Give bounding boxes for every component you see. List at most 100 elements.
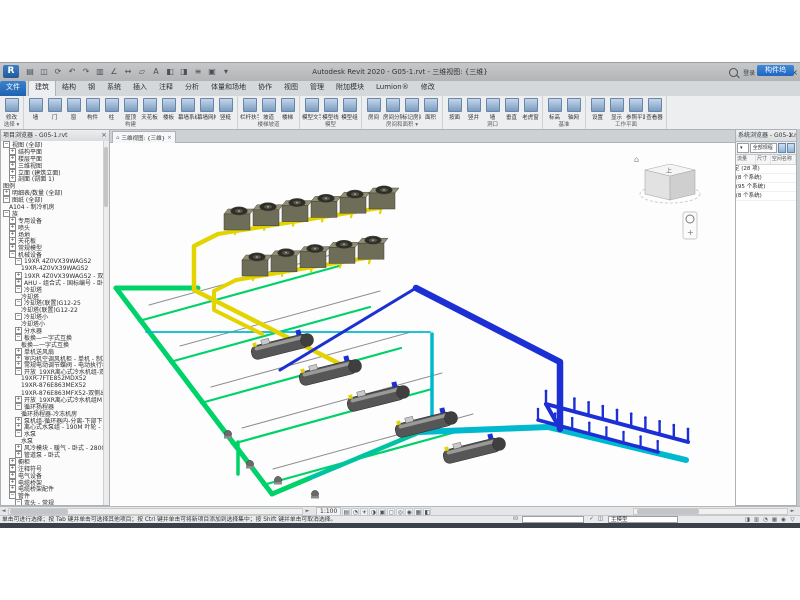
cooling-tower-bank-1[interactable]: [224, 186, 399, 230]
tree-item[interactable]: +场地: [1, 231, 104, 238]
ribbon-button-栏杆扶手[interactable]: 栏杆扶手: [240, 97, 259, 121]
design-options-icon[interactable]: ◫: [597, 516, 604, 523]
design-option-select[interactable]: 主模型: [608, 516, 678, 523]
worksets-icon[interactable]: ⛁: [512, 516, 519, 523]
ribbon-button-参照平面[interactable]: 参照平面: [626, 97, 645, 121]
ribbon-tab-附加模块[interactable]: 附加模块: [330, 81, 370, 96]
ribbon-group-label[interactable]: 房间和面积 ▾: [364, 121, 440, 129]
ribbon-button-楼板[interactable]: 楼板: [159, 97, 178, 121]
column-header-尺寸[interactable]: 尺寸: [756, 155, 771, 164]
system-browser-row[interactable]: 卫浴 (8 个系统): [736, 174, 796, 183]
ribbon-group-label[interactable]: 模型: [302, 121, 359, 129]
ribbon-tab-注释[interactable]: 注释: [153, 81, 179, 96]
3d-view-scene[interactable]: 上⌂+: [110, 142, 735, 507]
tree-item[interactable]: +常规模型: [1, 244, 104, 251]
view-tab-close-icon[interactable]: ×: [167, 135, 172, 141]
ribbon-button-墙[interactable]: 墙: [26, 97, 45, 121]
default-3d-view-icon[interactable]: ◧: [164, 66, 176, 78]
ribbon-button-标记房间[interactable]: 标记房间: [402, 97, 421, 121]
tree-item[interactable]: +电气设备: [1, 472, 104, 479]
ribbon-button-天花板[interactable]: 天花板: [140, 97, 159, 121]
ribbon-button-修改[interactable]: 修改: [2, 97, 21, 121]
tree-item[interactable]: −机械设备: [1, 251, 104, 258]
ribbon-button-设置[interactable]: 设置: [588, 97, 607, 121]
ribbon-tab-协作[interactable]: 协作: [252, 81, 278, 96]
tree-item[interactable]: +注释符号: [1, 465, 104, 472]
ribbon-button-柱[interactable]: 柱: [102, 97, 121, 121]
tree-item[interactable]: 冷却塔小: [1, 320, 104, 327]
tag-icon[interactable]: ▱: [136, 66, 148, 78]
ribbon-button-幕墙网格[interactable]: 幕墙网格: [197, 97, 216, 121]
chilled-water-pipes-cyan[interactable]: [146, 332, 686, 478]
system-browser-header[interactable]: 系统浏览器 - G05-1.rvt ×: [736, 130, 796, 142]
revit-logo-icon[interactable]: R: [3, 65, 19, 78]
editing-requests-icon[interactable]: ✓: [588, 516, 595, 523]
ribbon-tab-修改[interactable]: 修改: [415, 81, 441, 96]
ribbon-group-label[interactable]: 构建: [26, 121, 235, 129]
viewcube-home-icon[interactable]: ⌂: [634, 155, 639, 164]
project-browser-scrollbar[interactable]: [103, 141, 109, 505]
tree-item[interactable]: +天花板: [1, 237, 104, 244]
ribbon-button-房间[interactable]: 房间: [364, 97, 383, 121]
ribbon-tab-体量和场地[interactable]: 体量和场地: [205, 81, 252, 96]
discipline-filter-select[interactable]: 全部规程: [750, 143, 778, 153]
system-browser-close-icon[interactable]: ×: [788, 130, 794, 141]
ribbon-button-模型组[interactable]: 模型组: [340, 97, 359, 121]
aligned-dimension-icon[interactable]: ↔: [122, 66, 134, 78]
project-browser-close-icon[interactable]: ×: [101, 130, 107, 141]
tree-item[interactable]: −视图 (全部): [1, 141, 104, 148]
ribbon-tab-管理[interactable]: 管理: [304, 81, 330, 96]
ribbon-tab-文件[interactable]: 文件: [0, 81, 26, 96]
column-header-流量[interactable]: 流量: [736, 155, 756, 164]
ribbon-button-面积[interactable]: 面积: [421, 97, 440, 121]
cooling-tower-bank-2[interactable]: [242, 236, 388, 276]
section-icon[interactable]: ◨: [178, 66, 190, 78]
tree-item[interactable]: −开放_19XR离心式冷水机组-双侧出管: [1, 368, 104, 375]
ribbon-button-坡道[interactable]: 坡道: [259, 97, 278, 121]
ribbon-button-按面[interactable]: 按面: [445, 97, 464, 121]
ribbon-tab-插入[interactable]: 插入: [127, 81, 153, 96]
tree-item[interactable]: −弯头 - 常规: [1, 499, 104, 505]
ribbon-button-竖梃[interactable]: 竖梃: [216, 97, 235, 121]
open-icon[interactable]: ▤: [24, 66, 36, 78]
system-browser-row[interactable]: 机械 (95 个系统): [736, 183, 796, 192]
tree-expander[interactable]: −: [15, 499, 22, 505]
ribbon-button-幕墙系统[interactable]: 幕墙系统: [178, 97, 197, 121]
view-selector-arrow[interactable]: ▾: [737, 143, 749, 153]
ribbon-button-门[interactable]: 门: [45, 97, 64, 121]
ribbon-button-标高[interactable]: 标高: [545, 97, 564, 121]
ribbon-button-查看器[interactable]: 查看器: [645, 97, 664, 121]
text-icon[interactable]: A: [150, 66, 162, 78]
ribbon-button-显示[interactable]: 显示: [607, 97, 626, 121]
measure-icon[interactable]: ∠: [108, 66, 120, 78]
ribbon-tab-Lumion®[interactable]: Lumion®: [370, 81, 415, 96]
search-icon[interactable]: [729, 68, 738, 77]
ribbon-button-墙[interactable]: 墙: [483, 97, 502, 121]
tree-item[interactable]: +电缆桥架配件: [1, 486, 104, 493]
hscroll-right-arrow[interactable]: ►: [304, 508, 311, 515]
undo-icon[interactable]: ↶: [66, 66, 78, 78]
ribbon-tab-结构[interactable]: 结构: [56, 81, 82, 96]
ribbon-button-垂直[interactable]: 垂直: [502, 97, 521, 121]
ribbon-button-楼梯[interactable]: 楼梯: [278, 97, 297, 121]
tree-item[interactable]: +离心式水泵组 - 190M 叶轮 - 连接器 - 100-125 CN: [1, 424, 104, 431]
save-icon[interactable]: ◫: [38, 66, 50, 78]
ribbon-button-模型文字[interactable]: 模型文字: [302, 97, 321, 121]
navigation-bar[interactable]: +: [683, 212, 697, 239]
chiller-unit[interactable]: [441, 431, 507, 465]
tree-item[interactable]: +喷头: [1, 224, 104, 231]
ribbon-tab-系统[interactable]: 系统: [101, 81, 127, 96]
ribbon-button-模型线[interactable]: 模型线: [321, 97, 340, 121]
ribbon-button-构件[interactable]: 构件: [83, 97, 102, 121]
panel-hscroll-arrow[interactable]: ►: [789, 508, 796, 515]
ribbon-button-老虎窗[interactable]: 老虎窗: [521, 97, 540, 121]
system-browser-row[interactable]: 未指定 (28 项): [736, 165, 796, 174]
tree-item[interactable]: +AHU - 组合式 - 国标编号 - 卧式 - 标准 - 2000 - 590: [1, 279, 104, 286]
thin-lines-icon[interactable]: ≡: [192, 66, 204, 78]
canvas-hscrollbar[interactable]: [8, 508, 303, 515]
hscroll-left-arrow[interactable]: ◄: [0, 508, 7, 515]
panel-hscrollbar[interactable]: [633, 508, 788, 515]
tree-item[interactable]: +楼层平面: [1, 155, 104, 162]
ribbon-plugin-button[interactable]: 构件坞: [757, 65, 794, 76]
system-browser-row[interactable]: 管道 (8 个系统): [736, 192, 796, 201]
